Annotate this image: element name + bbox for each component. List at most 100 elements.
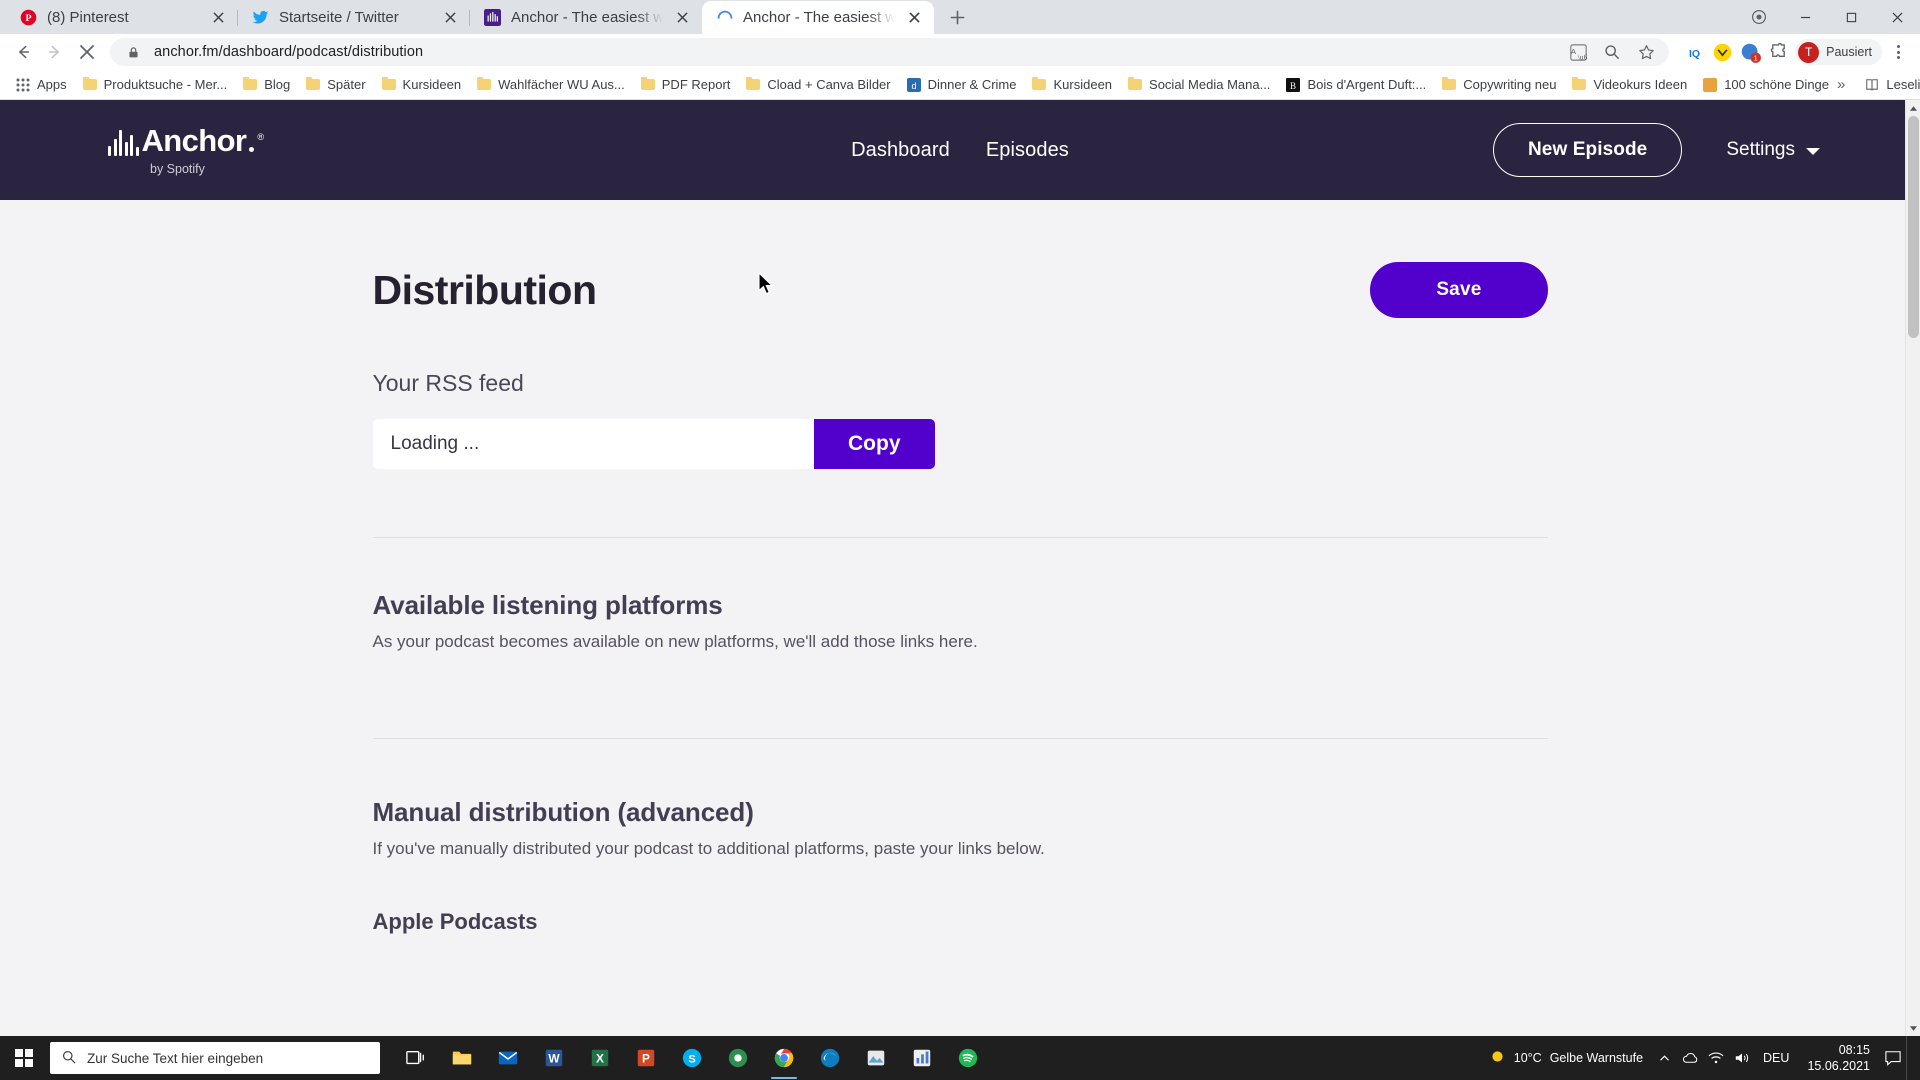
iq-extension-icon[interactable]: IQ (1683, 41, 1705, 63)
bookmark-item[interactable]: Blog (235, 74, 297, 96)
folder-icon (1031, 76, 1047, 93)
tab-title: (8) Pinterest (47, 9, 129, 26)
red-badge-extension-icon[interactable]: 1 (1739, 41, 1761, 63)
manual-distribution-title: Manual distribution (advanced) (372, 797, 754, 827)
chrome-icon[interactable] (762, 1036, 806, 1080)
close-icon[interactable] (672, 8, 692, 28)
close-icon[interactable] (208, 8, 228, 28)
anchor-logo-mark-icon (108, 128, 139, 156)
bookmarks-overflow-icon[interactable]: » (1837, 76, 1845, 93)
scroll-down-icon[interactable] (1906, 1020, 1920, 1036)
bookmark-item[interactable]: d Dinner & Crime (899, 74, 1024, 96)
bookmark-item[interactable]: Wahlfächer WU Aus... (469, 74, 632, 96)
bookmark-item[interactable]: Cload + Canva Bilder (738, 74, 897, 96)
edge-icon[interactable] (808, 1036, 852, 1080)
star-icon[interactable] (1635, 41, 1657, 63)
close-icon[interactable] (904, 8, 924, 28)
word-icon[interactable]: W (532, 1036, 576, 1080)
skype-icon[interactable]: S (670, 1036, 714, 1080)
bookmark-label: Bois d'Argent Duft:... (1307, 77, 1427, 92)
browser-tab[interactable]: P (8) Pinterest (6, 1, 238, 34)
logo-subtitle: by Spotify (150, 161, 205, 176)
bookmark-item[interactable]: Videokurs Ideen (1564, 74, 1694, 96)
windows-taskbar: Zur Suche Text hier eingeben W X P S 10°… (0, 1036, 1920, 1080)
save-button[interactable]: Save (1370, 262, 1548, 318)
bookmark-label: Copywriting neu (1463, 77, 1557, 92)
taskbar-search-input[interactable]: Zur Suche Text hier eingeben (50, 1042, 380, 1074)
show-desktop-button[interactable] (1906, 1036, 1914, 1080)
translate-icon[interactable]: A\u6587 (1567, 41, 1589, 63)
file-explorer-icon[interactable] (440, 1036, 484, 1080)
bookmark-item[interactable]: Kursideen (374, 74, 469, 96)
bookmark-item[interactable]: Copywriting neu (1434, 74, 1563, 96)
mail-icon[interactable] (486, 1036, 530, 1080)
anchor-logo[interactable]: Anchor ® by Spotify (108, 125, 264, 176)
bookmark-item[interactable]: Produktsuche - Mer... (75, 74, 235, 96)
close-icon[interactable] (440, 8, 460, 28)
volume-icon[interactable] (1729, 1036, 1755, 1080)
close-button[interactable] (1874, 0, 1920, 34)
rss-feed-input[interactable] (372, 419, 814, 469)
profile-button[interactable]: T Pausiert (1795, 39, 1882, 65)
maximize-button[interactable] (1828, 0, 1874, 34)
browser-tab[interactable]: Startseite / Twitter (238, 1, 470, 34)
excel-icon[interactable]: X (578, 1036, 622, 1080)
scrollbar-thumb[interactable] (1908, 116, 1919, 338)
minimize-button[interactable] (1782, 0, 1828, 34)
pinterest-icon: P (19, 8, 38, 27)
language-indicator[interactable]: DEU (1755, 1036, 1797, 1080)
charts-icon[interactable] (900, 1036, 944, 1080)
stop-loading-button[interactable] (72, 37, 102, 67)
weather-widget[interactable]: 10°C Gelbe Warnstufe (1481, 1036, 1651, 1080)
address-bar[interactable]: anchor.fm/dashboard/podcast/distribution… (110, 38, 1670, 66)
bookmark-apps[interactable]: Apps (8, 74, 74, 96)
page-scrollbar[interactable] (1905, 100, 1920, 1036)
tray-expand-icon[interactable] (1651, 1036, 1677, 1080)
rss-feed-row: Copy (372, 419, 935, 469)
new-tab-button[interactable] (940, 2, 974, 32)
folder-icon (1441, 76, 1457, 93)
bookmark-label: Später (327, 77, 366, 92)
puzzle-extension-icon[interactable] (1767, 41, 1789, 63)
camtasia-icon[interactable] (716, 1036, 760, 1080)
onedrive-icon[interactable] (1677, 1036, 1703, 1080)
start-button[interactable] (0, 1036, 48, 1080)
bookmark-item[interactable]: PDF Report (633, 74, 738, 96)
new-episode-button[interactable]: New Episode (1492, 123, 1683, 177)
reading-list-button[interactable]: Leseliste (1857, 74, 1920, 96)
bookmark-item[interactable]: Social Media Mana... (1120, 74, 1277, 96)
copy-button[interactable]: Copy (814, 419, 935, 469)
reading-list-icon (1864, 77, 1880, 93)
taskbar-apps: W X P S (394, 1036, 990, 1080)
forward-button[interactable] (40, 37, 70, 67)
yellow-extension-icon[interactable] (1711, 41, 1733, 63)
bookmark-item[interactable]: Später (298, 74, 372, 96)
bookmark-item[interactable]: B Bois d'Argent Duft:... (1278, 74, 1433, 96)
taskbar-clock[interactable]: 08:15 15.06.2021 (1797, 1042, 1880, 1074)
nav-link-episodes[interactable]: Episodes (986, 139, 1069, 162)
chrome-menu-icon[interactable] (1884, 38, 1912, 66)
scroll-up-icon[interactable] (1906, 100, 1920, 116)
profile-label: Pausiert (1826, 45, 1872, 59)
settings-menu-button[interactable]: Settings (1726, 139, 1820, 161)
powerpoint-icon[interactable]: P (624, 1036, 668, 1080)
spotify-icon[interactable] (946, 1036, 990, 1080)
browser-tab-active[interactable]: Anchor - The easiest way to mak (702, 1, 934, 34)
search-zoom-icon[interactable] (1601, 41, 1623, 63)
apple-podcasts-label: Apple Podcasts (372, 909, 538, 934)
bookmark-item[interactable]: Kursideen (1024, 74, 1119, 96)
folder-icon (745, 76, 761, 93)
notification-center-icon[interactable] (1880, 1036, 1906, 1080)
task-view-icon[interactable] (394, 1036, 438, 1080)
system-tray: 10°C Gelbe Warnstufe DEU 08:15 15.06.202… (1481, 1036, 1920, 1080)
browser-tab[interactable]: Anchor - The easiest way to mak (470, 1, 702, 34)
svg-text:P: P (25, 13, 31, 24)
back-button[interactable] (8, 37, 38, 67)
network-icon[interactable] (1703, 1036, 1729, 1080)
browser-toolbar: anchor.fm/dashboard/podcast/distribution… (0, 34, 1920, 70)
nav-link-dashboard[interactable]: Dashboard (851, 139, 950, 162)
clock-time: 08:15 (1838, 1043, 1870, 1057)
bookmark-label: PDF Report (661, 77, 731, 92)
bookmark-item[interactable]: 100 schöne Dinge (1695, 74, 1836, 96)
photos-icon[interactable] (854, 1036, 898, 1080)
